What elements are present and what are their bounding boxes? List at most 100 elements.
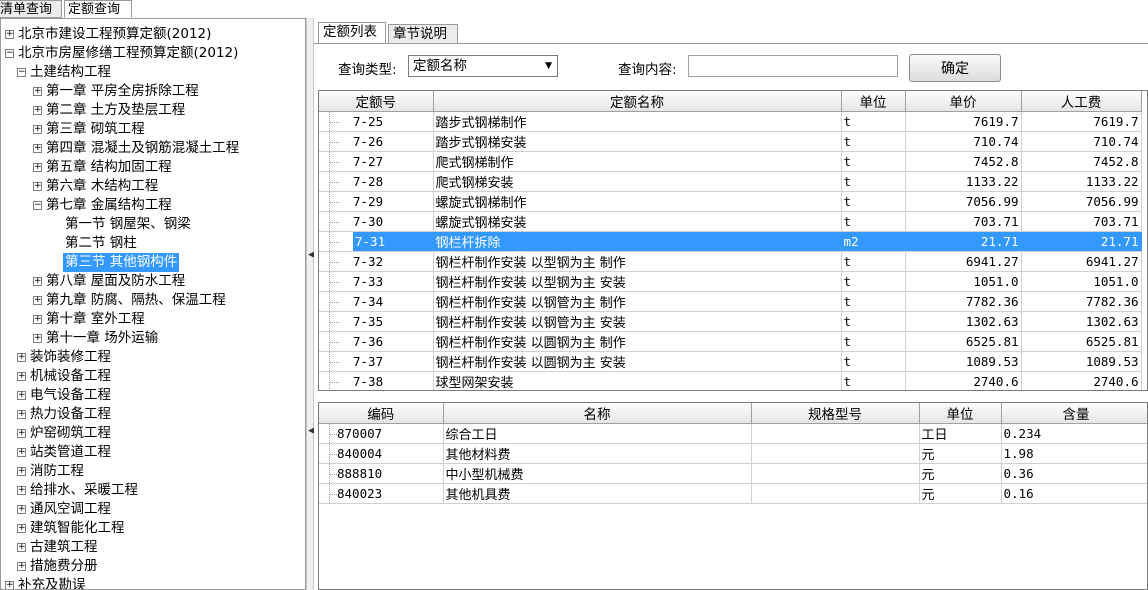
tree-item[interactable]: + 第八章 屋面及防水工程 (1, 272, 305, 291)
tab-quota-query[interactable]: 定额查询 (64, 0, 132, 18)
collapse-minus-icon[interactable]: − (5, 49, 14, 58)
table-row[interactable]: 840023 其他机具费 元 0.16 (319, 483, 1147, 504)
table-row[interactable]: 7-32 钢栏杆制作安装 以型钢为主 制作 t 6941.27 6941.27 (319, 251, 1142, 272)
tree-item[interactable]: + 第六章 木结构工程 (1, 177, 305, 196)
column-header[interactable]: 单位 (919, 403, 1002, 424)
expand-plus-icon[interactable]: + (17, 562, 26, 571)
tree-item[interactable]: + 热力设备工程 (1, 405, 305, 424)
expand-plus-icon[interactable]: + (33, 296, 42, 305)
collapse-left-icon[interactable]: ◀ (308, 250, 315, 260)
tree-item[interactable]: + 机械设备工程 (1, 367, 305, 386)
table-row[interactable]: 7-36 钢栏杆制作安装 以圆钢为主 制作 t 6525.81 6525.81 (319, 331, 1142, 352)
expand-plus-icon[interactable]: + (33, 315, 42, 324)
tab-list-query[interactable]: 清单查询 (0, 0, 62, 18)
tree-item[interactable]: 第三节 其他钢构件 (1, 253, 305, 272)
expand-plus-icon[interactable]: + (17, 543, 26, 552)
column-header[interactable]: 单位 (841, 91, 906, 112)
expand-plus-icon[interactable]: + (17, 467, 26, 476)
table-row[interactable]: 7-37 钢栏杆制作安装 以圆钢为主 安装 t 1089.53 1089.53 (319, 351, 1142, 372)
table-row[interactable]: 7-27 爬式钢梯制作 t 7452.8 7452.8 (319, 151, 1142, 172)
tree-item[interactable]: − 第七章 金属结构工程 (1, 196, 305, 215)
expand-plus-icon[interactable]: + (5, 581, 14, 589)
table-row[interactable]: 888810 中小型机械费 元 0.36 (319, 463, 1147, 484)
tree-item[interactable]: + 补充及勘误 (1, 576, 305, 589)
panel-splitter[interactable]: ◀ ◀ (306, 18, 315, 590)
tab-chapter-notes[interactable]: 章节说明 (388, 24, 458, 44)
expand-plus-icon[interactable]: + (17, 448, 26, 457)
tree-item[interactable]: + 消防工程 (1, 462, 305, 481)
query-type-select[interactable]: 定额名称 ▼ (408, 55, 558, 77)
tree-item-label: 第二节 钢柱 (65, 235, 137, 251)
expand-plus-icon[interactable]: + (17, 505, 26, 514)
expand-plus-icon[interactable]: + (17, 353, 26, 362)
expand-plus-icon[interactable]: + (17, 429, 26, 438)
quota-code: 7-38 (353, 374, 384, 389)
tree-item[interactable]: + 给排水、采暖工程 (1, 481, 305, 500)
collapse-minus-icon[interactable]: − (33, 201, 42, 210)
confirm-button[interactable]: 确定 (909, 54, 1001, 82)
column-header[interactable]: 定额号 (319, 91, 434, 112)
table-row[interactable]: 7-25 踏步式钢梯制作 t 7619.7 7619.7 (319, 111, 1142, 132)
tree-item[interactable]: 第二节 钢柱 (1, 234, 305, 253)
tree-item[interactable]: + 第三章 砌筑工程 (1, 120, 305, 139)
tab-quota-list[interactable]: 定额列表 (318, 22, 386, 44)
resource-table: 编码 名称 规格型号 单位 含量 870007 综合工日 工日 0.234 840004 其他材料… (318, 402, 1148, 590)
tree-item[interactable]: + 电气设备工程 (1, 386, 305, 405)
expand-plus-icon[interactable]: + (17, 391, 26, 400)
tree-item[interactable]: + 炉窑砌筑工程 (1, 424, 305, 443)
tree-item[interactable]: + 第四章 混凝土及钢筋混凝土工程 (1, 139, 305, 158)
expand-plus-icon[interactable]: + (17, 410, 26, 419)
tree-item[interactable]: + 第九章 防腐、隔热、保温工程 (1, 291, 305, 310)
tree-item[interactable]: + 措施费分册 (1, 557, 305, 576)
tree-item[interactable]: − 北京市房屋修缮工程预算定额(2012) (1, 44, 305, 63)
expand-plus-icon[interactable]: + (17, 524, 26, 533)
column-header[interactable]: 含量 (1001, 403, 1147, 424)
expand-plus-icon[interactable]: + (33, 163, 42, 172)
expand-plus-icon[interactable]: + (33, 125, 42, 134)
table-row[interactable]: 840004 其他材料费 元 1.98 (319, 443, 1147, 464)
column-header[interactable]: 定额名称 (433, 91, 842, 112)
table-row[interactable]: 7-34 钢栏杆制作安装 以钢管为主 制作 t 7782.36 7782.36 (319, 291, 1142, 312)
tree-item[interactable]: + 古建筑工程 (1, 538, 305, 557)
table-row[interactable]: 7-31 钢栏杆拆除 m2 21.71 21.71 (319, 231, 1142, 252)
table-row[interactable]: 7-38 球型网架安装 t 2740.6 2740.6 (319, 371, 1142, 390)
tree-item[interactable]: + 建筑智能化工程 (1, 519, 305, 538)
quota-price-cell: 703.71 (905, 211, 1022, 232)
expand-plus-icon[interactable]: + (17, 486, 26, 495)
table-row[interactable]: 7-29 螺旋式钢梯制作 t 7056.99 7056.99 (319, 191, 1142, 212)
tree-item[interactable]: + 第十一章 场外运输 (1, 329, 305, 348)
tree-item[interactable]: + 装饰装修工程 (1, 348, 305, 367)
tree-item[interactable]: + 第五章 结构加固工程 (1, 158, 305, 177)
column-header[interactable]: 名称 (443, 403, 752, 424)
tree-item[interactable]: + 第十章 室外工程 (1, 310, 305, 329)
expand-plus-icon[interactable]: + (33, 87, 42, 96)
tree-item[interactable]: + 通风空调工程 (1, 500, 305, 519)
tree-item[interactable]: + 北京市建设工程预算定额(2012) (1, 25, 305, 44)
tree-item[interactable]: + 第一章 平房全房拆除工程 (1, 82, 305, 101)
table-row[interactable]: 7-35 钢栏杆制作安装 以钢管为主 安装 t 1302.63 1302.63 (319, 311, 1142, 332)
expand-plus-icon[interactable]: + (5, 30, 14, 39)
column-header[interactable]: 人工费 (1021, 91, 1142, 112)
table-row[interactable]: 7-28 爬式钢梯安装 t 1133.22 1133.22 (319, 171, 1142, 192)
tree-item[interactable]: − 土建结构工程 (1, 63, 305, 82)
column-header[interactable]: 单价 (905, 91, 1022, 112)
query-content-input[interactable] (688, 55, 898, 77)
expand-plus-icon[interactable]: + (33, 106, 42, 115)
table-row[interactable]: 870007 综合工日 工日 0.234 (319, 423, 1147, 444)
tree-item[interactable]: 第一节 钢屋架、钢梁 (1, 215, 305, 234)
collapse-left-icon-lower[interactable]: ◀ (308, 426, 315, 436)
column-header[interactable]: 规格型号 (751, 403, 920, 424)
collapse-minus-icon[interactable]: − (17, 68, 26, 77)
table-row[interactable]: 7-30 螺旋式钢梯安装 t 703.71 703.71 (319, 211, 1142, 232)
column-header[interactable]: 编码 (319, 403, 444, 424)
expand-plus-icon[interactable]: + (33, 144, 42, 153)
expand-plus-icon[interactable]: + (33, 182, 42, 191)
expand-plus-icon[interactable]: + (17, 372, 26, 381)
tree-item[interactable]: + 第二章 土方及垫层工程 (1, 101, 305, 120)
quota-code-cell: 7-36 (319, 331, 434, 352)
expand-plus-icon[interactable]: + (33, 277, 42, 286)
expand-plus-icon[interactable]: + (33, 334, 42, 343)
table-row[interactable]: 7-26 踏步式钢梯安装 t 710.74 710.74 (319, 131, 1142, 152)
tree-item[interactable]: + 站类管道工程 (1, 443, 305, 462)
table-row[interactable]: 7-33 钢栏杆制作安装 以型钢为主 安装 t 1051.0 1051.0 (319, 271, 1142, 292)
